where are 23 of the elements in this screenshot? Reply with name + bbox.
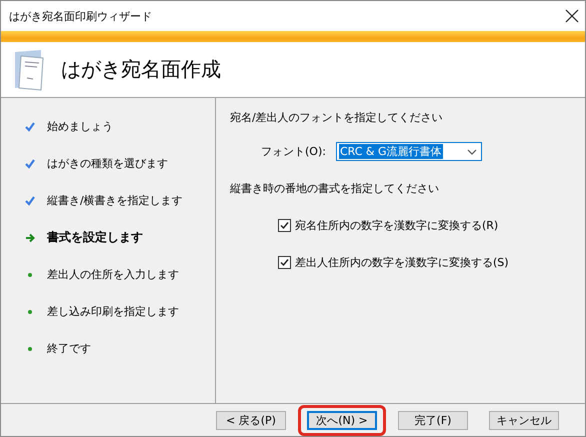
font-dropdown[interactable]: CRC & G流麗行書体 — [336, 142, 482, 161]
step-label: 差し込み印刷を指定します — [47, 304, 179, 319]
step-label: 書式を設定します — [47, 229, 143, 246]
step-label: 始めましょう — [47, 119, 113, 134]
wizard-button[interactable]: < 戻る(P) — [216, 410, 286, 430]
section-heading: 縦書き時の番地の書式を指定してください — [230, 180, 440, 196]
close-icon[interactable] — [565, 9, 579, 23]
wizard-button[interactable]: キャンセル — [489, 410, 559, 430]
section-heading: 宛名/差出人のフォントを指定してください — [230, 110, 444, 126]
field-label: フォント(O): — [261, 144, 326, 159]
chevron-icon — [466, 148, 477, 154]
window-title: はがき宛名面印刷ウィザード — [9, 8, 152, 24]
checkbox[interactable] — [278, 218, 291, 232]
checkbox[interactable] — [278, 256, 291, 268]
step-label: 縦書き/横書きを指定します — [47, 193, 183, 208]
page-heading: はがき宛名面作成 — [61, 56, 221, 83]
checkbox-label: 差出人住所内の数字を漢数字に変換する(S) — [295, 254, 509, 270]
step-label: 差出人の住所を入力します — [47, 267, 179, 282]
wizard-button[interactable]: 完了(F) — [398, 410, 468, 430]
step-label: 終了です — [47, 341, 91, 356]
checkbox-label: 宛名住所内の数字を漢数字に変換する(R) — [295, 218, 498, 232]
step-label: はがきの種類を選びます — [47, 156, 168, 171]
wizard-button[interactable]: 次へ(N) > — [307, 410, 377, 430]
